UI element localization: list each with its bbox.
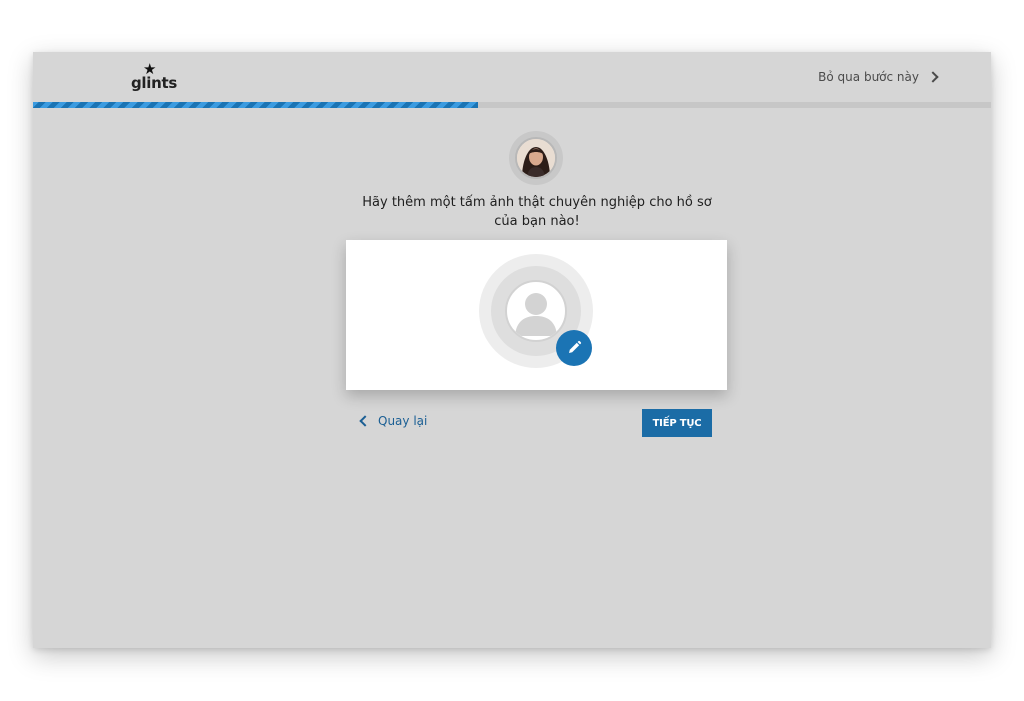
back-label: Quay lại [378, 414, 428, 428]
heading-line-1: Hãy thêm một tấm ảnh thật chuyên nghiệp … [362, 195, 712, 210]
back-link[interactable]: Quay lại [359, 414, 427, 428]
glints-logo[interactable]: ★ glints [131, 62, 177, 94]
progress-fill [33, 102, 479, 108]
continue-button[interactable]: TIẾP TỤC [642, 409, 712, 437]
photo-upload-card [346, 240, 727, 390]
top-bar: ★ glints Bỏ qua bước này [33, 52, 991, 103]
navigation-actions: Quay lại TIẾP TỤC [359, 408, 712, 438]
pencil-icon [569, 340, 582, 353]
chevron-left-icon [359, 415, 371, 427]
edit-photo-button[interactable] [556, 330, 592, 366]
skip-step-label: Bỏ qua bước này [818, 70, 919, 84]
profile-photo [515, 137, 557, 179]
skip-step-link[interactable]: Bỏ qua bước này [818, 68, 939, 86]
heading-line-2: của bạn nào! [494, 214, 580, 229]
logo-text: glints [131, 74, 177, 92]
profile-thumbnail [509, 131, 563, 185]
progress-bar [33, 102, 991, 108]
chevron-right-icon [927, 71, 939, 83]
page-heading: Hãy thêm một tấm ảnh thật chuyên nghiệp … [349, 193, 725, 231]
onboarding-window: ★ glints Bỏ qua bước này Hãy thêm một tấ… [33, 52, 991, 648]
user-silhouette-icon [505, 280, 567, 342]
